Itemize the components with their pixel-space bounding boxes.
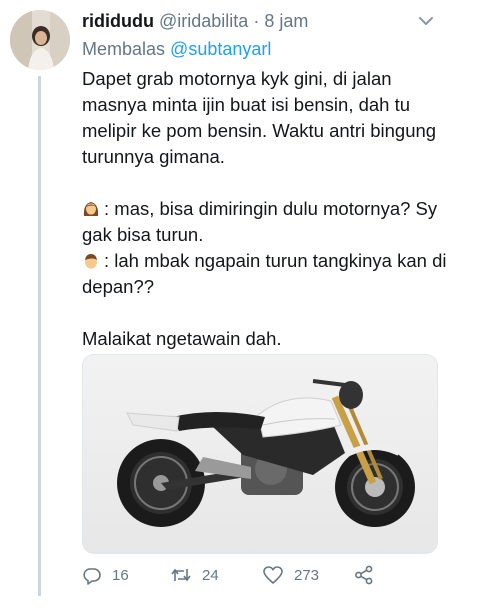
- separator-dot: ·: [253, 11, 260, 31]
- reply-count: 16: [112, 566, 129, 584]
- tweet-text: Dapet grab motornya kyk gini, di jalan m…: [82, 66, 447, 352]
- thread-line: [38, 76, 41, 596]
- tweet-actions: 16 24 273: [82, 563, 412, 587]
- reply-button[interactable]: 16: [82, 563, 129, 587]
- share-icon: [355, 565, 373, 585]
- reply-icon: [83, 568, 101, 585]
- reply-context: Membalas @subtanyarl: [82, 38, 271, 60]
- reply-mention[interactable]: @subtanyarl: [170, 39, 271, 59]
- retweet-count: 24: [202, 566, 219, 584]
- like-count: 273: [294, 566, 320, 584]
- closing-line: Malaikat ngetawain dah.: [82, 328, 282, 349]
- dialog-line-man: : lah mbak ngapain turun tangkinya kan d…: [82, 248, 447, 300]
- retweet-button[interactable]: 24: [170, 563, 219, 587]
- man-emoji-icon: [85, 254, 97, 269]
- avatar-photo: [10, 10, 70, 70]
- tweet-header: rididudu @iridabilita · 8 jam: [82, 10, 442, 32]
- motorcycle-image: [117, 379, 415, 527]
- display-name[interactable]: rididudu: [82, 11, 154, 31]
- tweet-time[interactable]: 8 jam: [264, 11, 308, 31]
- woman-emoji-icon: [83, 202, 99, 216]
- dialog-text-man: : lah mbak ngapain turun tangkinya kan d…: [82, 250, 447, 297]
- like-button[interactable]: 273: [262, 563, 319, 587]
- heart-icon: [263, 566, 283, 584]
- share-button[interactable]: [354, 563, 384, 587]
- tweet-image[interactable]: [82, 354, 438, 554]
- dialog-text-woman: : mas, bisa dimiringin dulu motornya? Sy…: [82, 198, 438, 245]
- tweet-paragraph: Dapet grab motornya kyk gini, di jalan m…: [82, 68, 437, 167]
- dialog-line-woman: : mas, bisa dimiringin dulu motornya? Sy…: [82, 196, 447, 248]
- avatar[interactable]: [10, 10, 70, 70]
- user-handle[interactable]: @iridabilita: [159, 11, 248, 31]
- chevron-down-icon[interactable]: [417, 12, 435, 30]
- retweet-icon: [171, 568, 191, 582]
- reply-prefix: Membalas: [82, 39, 166, 59]
